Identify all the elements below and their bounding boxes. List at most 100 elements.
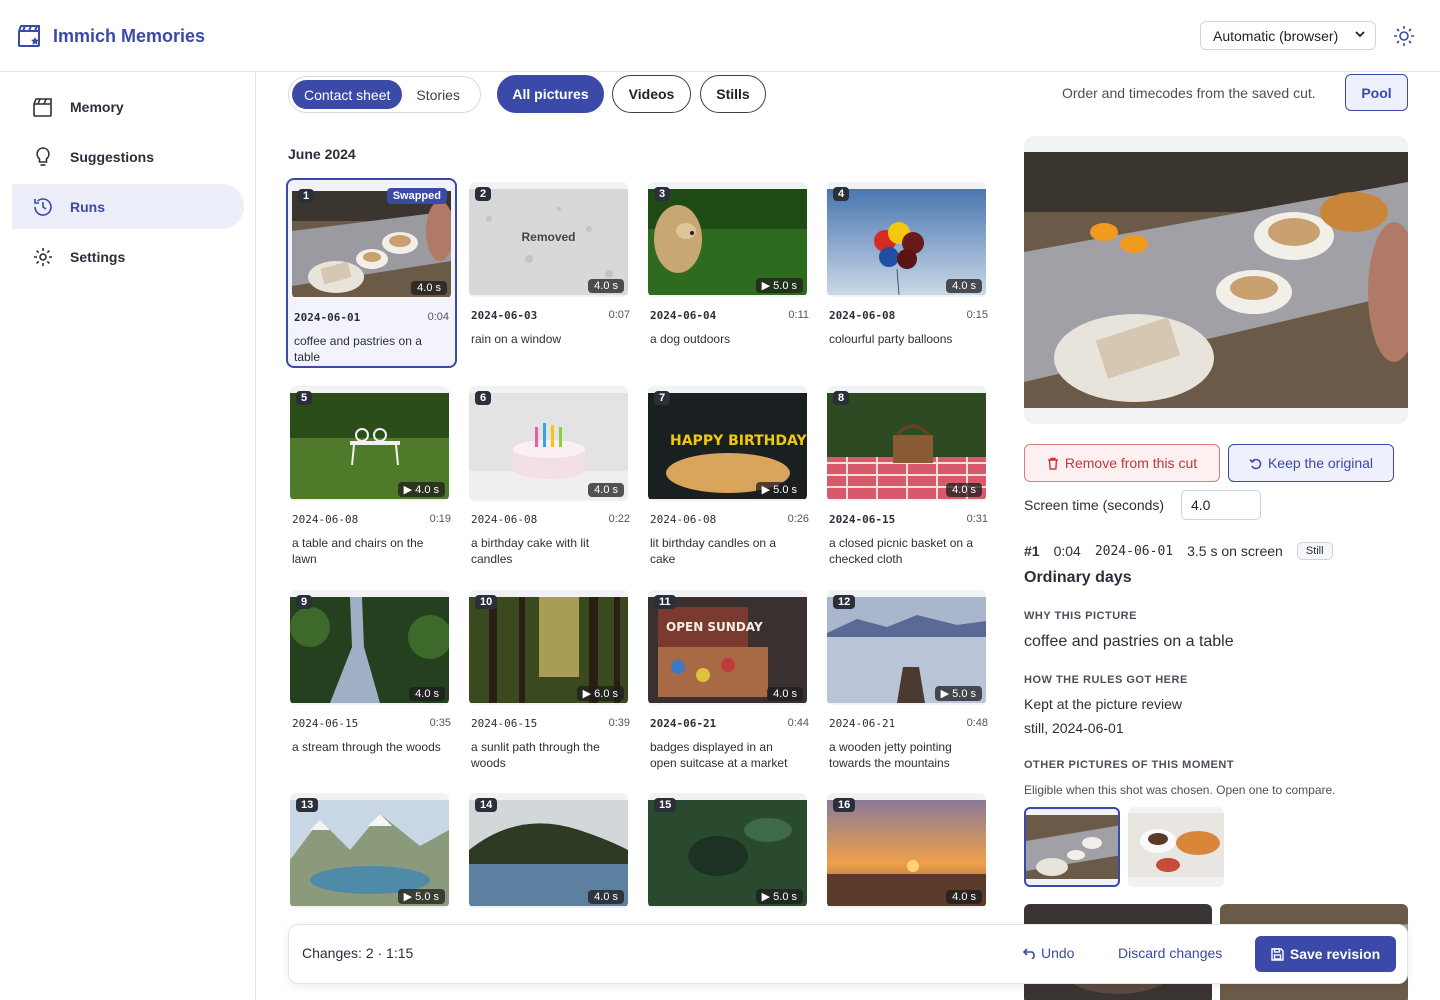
thumbnail: OPEN SUNDAY 11 4.0 s <box>648 590 807 705</box>
save-revision-button[interactable]: Save revision <box>1255 936 1396 972</box>
shot-number: 6 <box>475 391 492 405</box>
how-line-1: Kept at the picture review <box>1024 696 1182 712</box>
thumbnail: 3 ▶ 5.0 s <box>648 182 807 297</box>
discard-changes-button[interactable]: Discard changes <box>1118 945 1222 961</box>
alternate-picture[interactable] <box>1024 807 1120 887</box>
alternate-picture[interactable] <box>1128 807 1224 887</box>
shot-timecode: 0:35 <box>429 717 451 729</box>
theme-select[interactable]: Automatic (browser) <box>1200 21 1376 50</box>
clapperboard-icon <box>33 97 52 117</box>
undo-button[interactable]: Undo <box>1023 945 1074 961</box>
shot-card[interactable]: 8 4.0 s 2024-06-15 0:31 a closed picnic … <box>823 382 994 572</box>
tab-stories[interactable]: Stories <box>404 80 472 109</box>
duration-badge: ▶ 5.0 s <box>397 889 445 904</box>
shot-number: 14 <box>475 798 498 812</box>
theme-toggle-icon[interactable] <box>1393 25 1415 47</box>
sidebar-item-label: Suggestions <box>70 148 155 165</box>
thumbnail: 8 4.0 s <box>827 386 986 501</box>
thumbnail: 15 ▶ 5.0 s <box>648 793 807 908</box>
thumbnail: 13 ▶ 5.0 s <box>290 793 449 908</box>
undo-label: Undo <box>1041 945 1075 961</box>
thumbnail: 12 ▶ 5.0 s <box>827 590 986 705</box>
how-heading: HOW THE RULES GOT HERE <box>1024 674 1188 686</box>
shot-caption: a stream through the woods <box>292 740 441 754</box>
svg-text:OPEN SUNDAY: OPEN SUNDAY <box>666 620 763 634</box>
sidebar-item-suggestions[interactable]: Suggestions <box>12 134 244 179</box>
duration-badge: 4.0 s <box>588 279 624 293</box>
coffee-alt-photo <box>1026 815 1118 879</box>
shot-card[interactable]: 10 ▶ 6.0 s 2024-06-15 0:39 a sunlit path… <box>465 586 636 776</box>
brand[interactable]: Immich Memories <box>17 23 205 49</box>
shot-card[interactable]: 12 ▶ 5.0 s 2024-06-21 0:48 a wooden jett… <box>823 586 994 776</box>
duration-badge: 4.0 s <box>946 890 982 904</box>
shot-number: 1 <box>298 189 315 203</box>
shot-caption: a dog outdoors <box>650 332 731 346</box>
duration-badge: 4.0 s <box>588 890 624 904</box>
shot-number: 8 <box>833 391 850 405</box>
shot-card[interactable]: OPEN SUNDAY 11 4.0 s 2024-06-21 0:44 bad… <box>644 586 815 776</box>
shot-date: 2024-06-08 <box>471 513 538 526</box>
remove-from-cut-button[interactable]: Remove from this cut <box>1024 444 1220 482</box>
keep-original-button[interactable]: Keep the original <box>1228 444 1394 482</box>
shot-card[interactable]: HAPPY BIRTHDAY 7 ▶ 5.0 s 2024-06-08 0:26… <box>644 382 815 572</box>
shot-timecode: 0:44 <box>787 717 809 729</box>
shot-card[interactable]: 3 ▶ 5.0 s 2024-06-04 0:11 a dog outdoors <box>644 178 815 368</box>
screen-time-label: Screen time (seconds) <box>1024 497 1165 513</box>
shot-caption: a table and chairs on the lawn <box>292 536 424 566</box>
sidebar-item-runs[interactable]: Runs <box>12 184 244 229</box>
main-content: Contact sheet Stories All pictures Video… <box>256 72 1440 1000</box>
sidebar-item-label: Settings <box>70 248 126 265</box>
duration-badge: ▶ 4.0 s <box>397 482 445 497</box>
sidebar: Memory Suggestions Runs Settings <box>0 72 256 1000</box>
svg-text:HAPPY BIRTHDAY: HAPPY BIRTHDAY <box>670 433 807 449</box>
trash-icon <box>1047 457 1058 470</box>
shot-index: #1 <box>1024 543 1040 559</box>
shot-preview[interactable] <box>1024 136 1408 424</box>
on-screen-duration: 3.5 s on screen <box>1187 543 1283 559</box>
history-icon <box>34 197 52 216</box>
order-note: Order and timecodes from the saved cut. <box>1062 85 1316 101</box>
shot-number: 12 <box>833 595 856 609</box>
why-heading: WHY THIS PICTURE <box>1024 610 1137 622</box>
pool-button[interactable]: Pool <box>1345 74 1408 111</box>
shot-card[interactable]: 5 ▶ 4.0 s 2024-06-08 0:19 a table and ch… <box>286 382 457 572</box>
shot-caption: rain on a window <box>471 332 562 346</box>
shot-card[interactable]: 6 4.0 s 2024-06-08 0:22 a birthday cake … <box>465 382 636 572</box>
thumbnail: 1 Swapped 4.0 s <box>292 184 451 299</box>
screen-time-input[interactable]: 4.0 <box>1181 490 1261 520</box>
why-value: coffee and pastries on a table <box>1024 633 1234 650</box>
revert-icon <box>1249 458 1262 469</box>
theme-select-value: Automatic (browser) <box>1213 27 1339 44</box>
tab-contact-sheet[interactable]: Contact sheet <box>292 80 403 109</box>
shot-card[interactable]: Removed 2 4.0 s 2024-06-03 0:07 rain on … <box>465 178 636 368</box>
shot-caption: a wooden jetty pointing towards the moun… <box>829 740 952 770</box>
duration-badge: ▶ 5.0 s <box>755 889 803 904</box>
shot-timecode: 0:26 <box>787 513 809 525</box>
sidebar-item-label: Memory <box>70 98 124 115</box>
shot-card[interactable]: 1 Swapped 4.0 s 2024-06-01 0:04 coffee a… <box>286 178 457 368</box>
filter-stills[interactable]: Stills <box>700 75 766 113</box>
duration-badge: ▶ 5.0 s <box>934 686 982 701</box>
thumbnail: 5 ▶ 4.0 s <box>290 386 449 501</box>
coffee-pastries-preview-photo <box>1024 152 1408 408</box>
filter-videos[interactable]: Videos <box>612 75 691 113</box>
shot-card[interactable]: 9 4.0 s 2024-06-15 0:35 a stream through… <box>286 586 457 776</box>
shot-number: 13 <box>296 798 319 812</box>
shot-date: 2024-06-15 <box>829 513 896 526</box>
shot-number: 7 <box>654 391 671 405</box>
shot-card[interactable]: 4 4.0 s 2024-06-08 0:15 colourful party … <box>823 178 994 368</box>
sidebar-item-memory[interactable]: Memory <box>12 84 244 129</box>
shot-timecode: 0:11 <box>788 309 809 321</box>
thumbnail: 16 4.0 s <box>827 793 986 908</box>
month-heading: June 2024 <box>288 146 356 162</box>
shot-detail-panel: Remove from this cut Keep the original S… <box>1024 136 1408 1000</box>
sidebar-item-settings[interactable]: Settings <box>12 234 244 279</box>
duration-badge: ▶ 6.0 s <box>576 686 624 701</box>
kind-badge: Still <box>1296 542 1333 560</box>
filter-all-pictures[interactable]: All pictures <box>497 75 604 113</box>
shot-timecode: 0:15 <box>966 309 988 321</box>
how-line-2: still, 2024-06-01 <box>1024 720 1124 736</box>
app-header: Immich Memories Automatic (browser) <box>0 0 1440 72</box>
thumbnail: 14 4.0 s <box>469 793 628 908</box>
keep-label: Keep the original <box>1267 455 1374 471</box>
